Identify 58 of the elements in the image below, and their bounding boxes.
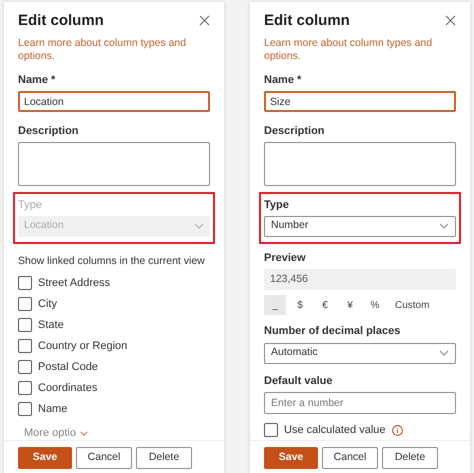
type-dropdown[interactable]: Number — [264, 216, 456, 236]
format-option[interactable]: _ — [264, 295, 286, 315]
field-label: Type — [264, 198, 290, 213]
panel-button[interactable]: Cancel — [322, 447, 378, 469]
format-option[interactable]: % — [364, 295, 386, 315]
format-option[interactable]: ¥ — [339, 295, 361, 315]
name-field[interactable]: Location — [18, 91, 210, 112]
default-value-field[interactable]: Enter a number — [264, 392, 456, 414]
save-button[interactable]: Save — [264, 447, 318, 469]
checkbox-label: State — [38, 318, 64, 333]
panel-button[interactable]: Delete — [136, 447, 192, 469]
checkbox[interactable] — [264, 423, 278, 438]
checkbox-label: Use calculated value — [284, 423, 386, 438]
format-option[interactable]: Custom — [389, 295, 436, 315]
checkbox[interactable] — [18, 297, 32, 312]
decimal-places-dropdown[interactable]: Automatic — [264, 342, 456, 364]
chevron-down-icon — [80, 431, 88, 436]
checkbox[interactable] — [18, 318, 32, 332]
checkbox-label: Street Address — [38, 276, 110, 291]
panel-button[interactable]: Delete — [382, 447, 438, 469]
panel-title: Edit column — [264, 11, 350, 31]
description-field[interactable] — [264, 142, 456, 186]
field-label: Name * — [264, 72, 302, 88]
format-option[interactable]: € — [314, 295, 336, 315]
field-label: Description — [264, 124, 326, 138]
checkbox-label: City — [38, 297, 57, 312]
name-field[interactable]: Size — [264, 91, 456, 112]
save-button[interactable]: Save — [18, 447, 72, 469]
field-label: Name * — [18, 72, 56, 88]
panel-button[interactable]: Cancel — [76, 447, 132, 469]
chevron-down-icon — [439, 350, 449, 356]
chevron-down-icon — [194, 223, 204, 229]
checkbox-label: Coordinates — [38, 381, 98, 396]
checkbox-label: Postal Code — [38, 360, 98, 375]
checkbox[interactable] — [18, 339, 32, 354]
checkbox-label: Name — [38, 402, 68, 417]
info-icon[interactable] — [392, 424, 403, 436]
learn-more-link[interactable]: Learn more about column types and options. — [18, 36, 210, 62]
description-field[interactable] — [18, 142, 210, 186]
close-icon[interactable] — [445, 15, 456, 26]
field-label: Type — [18, 198, 43, 213]
checkbox[interactable] — [18, 402, 32, 416]
learn-more-link[interactable]: Learn more about column types and options. — [264, 36, 456, 62]
field-label: Default value — [264, 374, 334, 388]
checkbox[interactable] — [18, 276, 32, 290]
checkbox[interactable] — [18, 360, 32, 374]
chevron-down-icon — [439, 223, 449, 229]
field-label: Number of decimal places — [264, 324, 402, 339]
close-icon[interactable] — [199, 15, 210, 26]
panel-title: Edit column — [18, 11, 104, 31]
field-label: Preview — [264, 250, 307, 266]
preview-value: 123,456 — [264, 269, 456, 290]
more-options-link[interactable]: More optio — [24, 425, 76, 440]
field-label: Description — [18, 124, 80, 138]
checkbox-label: Country or Region — [38, 339, 128, 354]
checkbox[interactable] — [18, 381, 32, 396]
section-label: Show linked columns in the current view — [18, 254, 206, 268]
format-option[interactable]: $ — [289, 295, 311, 315]
